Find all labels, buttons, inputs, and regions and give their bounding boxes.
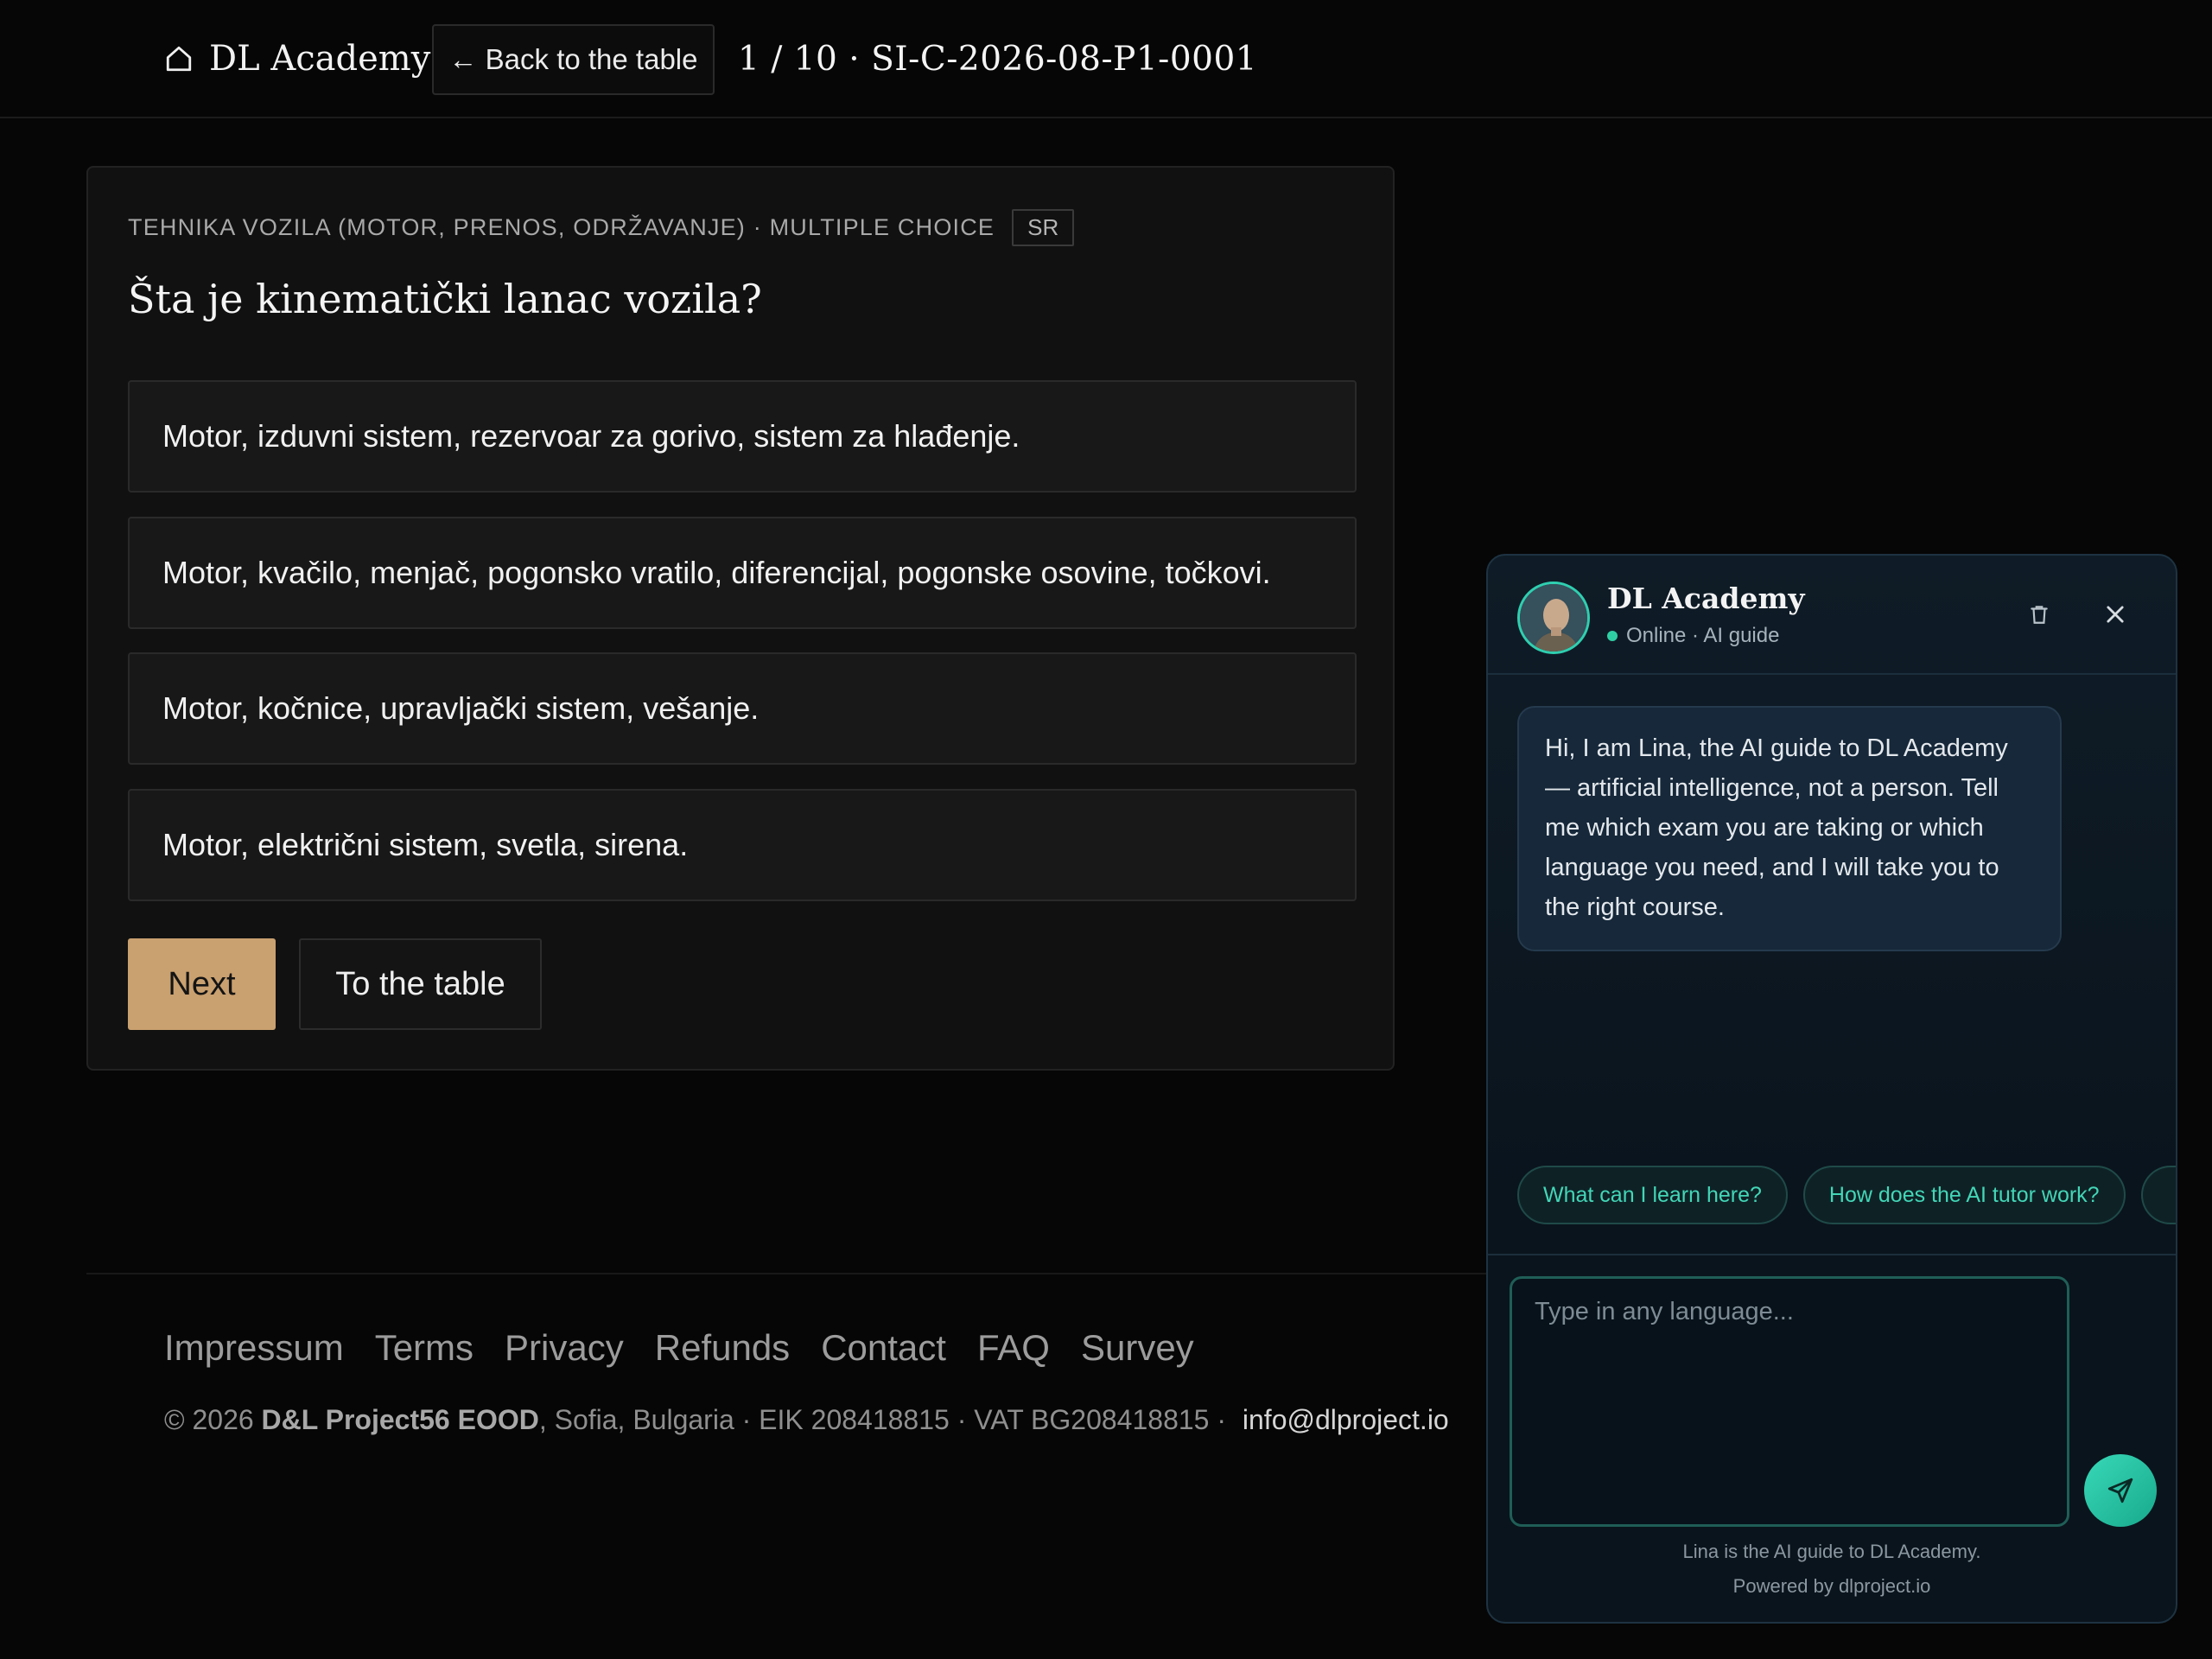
suggestion-chip-learn[interactable]: What can I learn here? (1517, 1166, 1788, 1224)
footer-link-faq[interactable]: FAQ (977, 1327, 1050, 1369)
question-text: Šta je kinematički lanac vozila? (128, 276, 762, 322)
send-icon (2107, 1478, 2133, 1503)
brand-home-link[interactable]: DL Academy (164, 35, 430, 83)
footer-divider (86, 1273, 1486, 1274)
chat-header: DL Academy Online · AI guide (1488, 556, 2176, 675)
top-bar: DL Academy ← Back to the table 1 / 10 · … (0, 0, 2212, 118)
back-to-table-button[interactable]: ← Back to the table (432, 24, 715, 95)
footer-link-refunds[interactable]: Refunds (655, 1327, 790, 1369)
online-dot-icon (1607, 631, 1618, 641)
next-button[interactable]: Next (128, 938, 276, 1030)
chat-title: DL Academy (1607, 582, 1805, 615)
company-name: D&L Project56 EOOD (261, 1403, 539, 1435)
footer-links: Impressum Terms Privacy Refunds Contact … (164, 1322, 1194, 1374)
footer-link-privacy[interactable]: Privacy (505, 1327, 624, 1369)
contact-email[interactable]: info@dlproject.io (1243, 1404, 1449, 1436)
powered-by[interactable]: Powered by dlproject.io (1488, 1575, 2176, 1598)
footer-link-terms[interactable]: Terms (375, 1327, 474, 1369)
chat-status: Online · AI guide (1607, 621, 1779, 651)
brand-name: DL Academy (209, 39, 431, 79)
answer-option-1[interactable]: Motor, izduvni sistem, rezervoar za gori… (128, 380, 1357, 493)
answer-option-3[interactable]: Motor, kočnice, upravljački sistem, veša… (128, 652, 1357, 765)
assistant-message: Hi, I am Lina, the AI guide to DL Academ… (1517, 706, 2062, 951)
answer-option-4[interactable]: Motor, električni sistem, svetla, sirena… (128, 789, 1357, 901)
chat-status-text: Online · AI guide (1626, 624, 1780, 647)
home-icon (164, 44, 194, 73)
to-table-button[interactable]: To the table (299, 938, 542, 1030)
chat-disclaimer: Lina is the AI guide to DL Academy. (1682, 1541, 1981, 1562)
trash-icon (2031, 606, 2048, 624)
send-button[interactable] (2084, 1454, 2157, 1527)
copyright-details: , Sofia, Bulgaria · EIK 208418815 · VAT … (538, 1403, 1234, 1435)
question-breadcrumb: 1 / 10 · SI-C-2026-08-P1-0001 (738, 39, 1258, 79)
question-card: TEHNIKA VOZILA (MOTOR, PRENOS, ODRŽAVANJ… (86, 166, 1395, 1071)
copyright-prefix: © 2026 (164, 1403, 262, 1435)
chat-input-divider (1488, 1254, 2176, 1255)
question-category: TEHNIKA VOZILA (MOTOR, PRENOS, ODRŽAVANJ… (128, 213, 995, 240)
footer-link-survey[interactable]: Survey (1081, 1327, 1194, 1369)
assistant-avatar (1517, 582, 1590, 654)
copyright: © 2026 D&L Project56 EOOD , Sofia, Bulga… (164, 1398, 1449, 1441)
language-badge: SR (1012, 208, 1075, 246)
close-chat-button[interactable] (2098, 597, 2133, 632)
footer-link-contact[interactable]: Contact (821, 1327, 946, 1369)
suggestion-chip-more[interactable] (2140, 1166, 2176, 1224)
chat-widget: DL Academy Online · AI guide Hi, I am Li… (1486, 554, 2177, 1624)
chat-message-input[interactable] (1510, 1276, 2069, 1527)
clear-chat-button[interactable] (2022, 597, 2056, 632)
question-meta: TEHNIKA VOZILA (MOTOR, PRENOS, ODRŽAVANJ… (128, 208, 1075, 246)
suggestion-chip-ai-tutor[interactable]: How does the AI tutor work? (1802, 1166, 2126, 1224)
suggestion-chips: What can I learn here? How does the AI t… (1517, 1166, 2176, 1226)
close-icon (2107, 606, 2124, 623)
answer-option-2[interactable]: Motor, kvačilo, menjač, pogonsko vratilo… (128, 517, 1357, 629)
footer-link-impressum[interactable]: Impressum (164, 1327, 344, 1369)
